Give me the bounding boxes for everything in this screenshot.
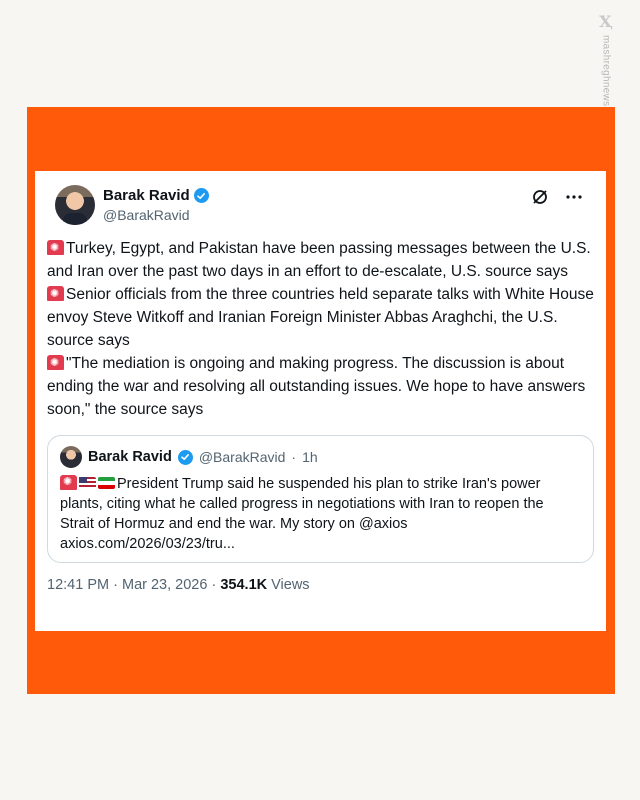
author-name[interactable]: Barak Ravid <box>103 187 190 204</box>
grok-icon[interactable] <box>530 187 550 207</box>
header-actions <box>530 187 584 207</box>
watermark-text: mashreghnews.ir <box>600 35 612 116</box>
quoted-tweet-header: Barak Ravid @BarakRavid · 1h <box>60 446 581 468</box>
siren-icon <box>60 472 77 492</box>
tweet-date[interactable]: Mar 23, 2026 <box>122 577 207 593</box>
more-icon[interactable] <box>564 187 584 207</box>
quoted-tweet-text: President Trump said he suspended his pl… <box>60 472 581 554</box>
tweet-paragraph: Senior officials from the three countrie… <box>47 283 594 352</box>
tweet-text: Turkey, Egypt, and Pakistan have been pa… <box>47 237 594 421</box>
tweet-header: Barak Ravid @BarakRavid <box>47 171 594 231</box>
meta-separator: · <box>211 577 217 593</box>
quoted-tweet[interactable]: Barak Ravid @BarakRavid · 1h President T… <box>47 435 594 563</box>
tweet-paragraph: Turkey, Egypt, and Pakistan have been pa… <box>47 237 594 283</box>
quoted-author-name[interactable]: Barak Ravid <box>88 449 172 465</box>
views-label: Views <box>271 577 310 593</box>
quoted-link[interactable]: axios.com/2026/03/23/tru... <box>60 536 235 552</box>
tweet-time[interactable]: 12:41 PM <box>47 577 109 593</box>
iran-flag-icon <box>98 477 115 489</box>
quoted-author-handle[interactable]: @BarakRavid <box>199 449 286 465</box>
author-info: Barak Ravid @BarakRavid <box>103 187 209 223</box>
watermark-logo: Ҳ <box>599 12 613 31</box>
siren-icon <box>47 283 64 306</box>
tweet-meta: 12:41 PM · Mar 23, 2026 · 354.1K Views <box>47 577 594 593</box>
author-handle[interactable]: @BarakRavid <box>103 207 209 223</box>
quoted-author-avatar[interactable] <box>60 446 82 468</box>
watermark: Ҳ mashreghnews.ir <box>594 12 618 122</box>
tweet-card[interactable]: Barak Ravid @BarakRavid Turkey, Egy <box>35 171 606 631</box>
quoted-separator: · <box>291 449 297 465</box>
siren-icon <box>47 237 64 260</box>
meta-separator: · <box>113 577 118 593</box>
verified-badge-icon <box>177 449 193 465</box>
us-flag-icon <box>79 477 96 489</box>
siren-icon <box>47 352 64 375</box>
views-count: 354.1K <box>220 577 268 593</box>
quoted-time[interactable]: 1h <box>302 449 318 465</box>
tweet-paragraph: "The mediation is ongoing and making pro… <box>47 352 594 421</box>
author-avatar[interactable] <box>55 185 95 225</box>
verified-badge-icon <box>193 188 209 203</box>
